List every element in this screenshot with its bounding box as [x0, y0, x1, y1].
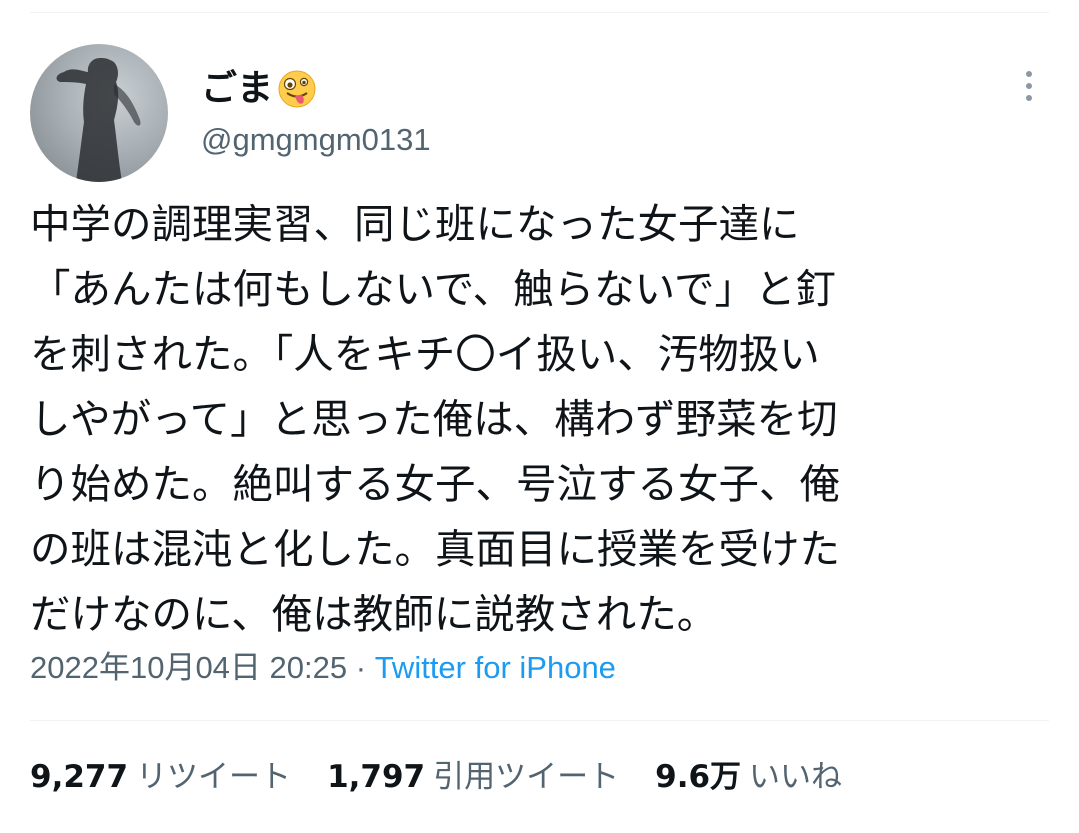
dot-icon — [1026, 83, 1032, 89]
retweets-label: リツイート — [136, 759, 292, 795]
tweet-text-line: しやがって」と思った俺は、構わず野菜を切 — [30, 395, 838, 443]
retweets-count: 9,277 — [30, 759, 129, 795]
dot-icon — [1026, 95, 1032, 101]
author-name-row[interactable]: ごま — [201, 64, 317, 114]
tweet-timestamp[interactable]: 2022年10月04日 20:25 — [30, 650, 347, 685]
dot-icon — [1026, 71, 1032, 77]
likes-count: 9.6万 — [655, 759, 742, 795]
tweet-text-line: り始めた。絶叫する女子、号泣する女子、俺 — [30, 460, 840, 508]
zany-face-emoji-icon — [277, 69, 317, 109]
tweet-text: 中学の調理実習、同じ班になった女子達に 「あんたは何もしないで、触らないで」と釘… — [30, 192, 1040, 647]
avatar-silhouette-image — [56, 58, 141, 182]
retweets-stat[interactable]: 9,277 リツイート — [30, 752, 291, 802]
tweet-text-line: の班は混沌と化した。真面目に授業を受けた — [30, 525, 840, 573]
quotes-stat[interactable]: 1,797 引用ツイート — [327, 752, 619, 802]
tweet-text-line: を刺された。「人をキチ〇イ扱い、汚物扱い — [30, 330, 820, 378]
avatar[interactable] — [30, 44, 168, 182]
engagement-stats: 9,277 リツイート 1,797 引用ツイート 9.6万 いいね — [30, 752, 878, 802]
tweet-text-line: だけなのに、俺は教師に説教された。 — [30, 590, 718, 638]
more-options-icon[interactable] — [1012, 66, 1046, 106]
stats-divider — [30, 720, 1049, 721]
tweet-text-line: 中学の調理実習、同じ班になった女子達に — [30, 200, 800, 248]
tweet-text-line: 「あんたは何もしないで、触らないで」と釘 — [30, 265, 836, 313]
top-divider — [30, 12, 1049, 13]
tweet-meta: 2022年10月04日 20:25 · Twitter for iPhone — [30, 645, 616, 691]
author-handle[interactable]: @gmgmgm0131 — [201, 118, 431, 162]
quotes-count: 1,797 — [327, 759, 426, 795]
tweet-source-link[interactable]: Twitter for iPhone — [375, 650, 616, 685]
quotes-label: 引用ツイート — [433, 759, 620, 795]
display-name[interactable]: ごま — [201, 64, 273, 114]
likes-label: いいね — [749, 759, 843, 795]
meta-separator: · — [355, 650, 367, 685]
likes-stat[interactable]: 9.6万 いいね — [655, 752, 842, 802]
